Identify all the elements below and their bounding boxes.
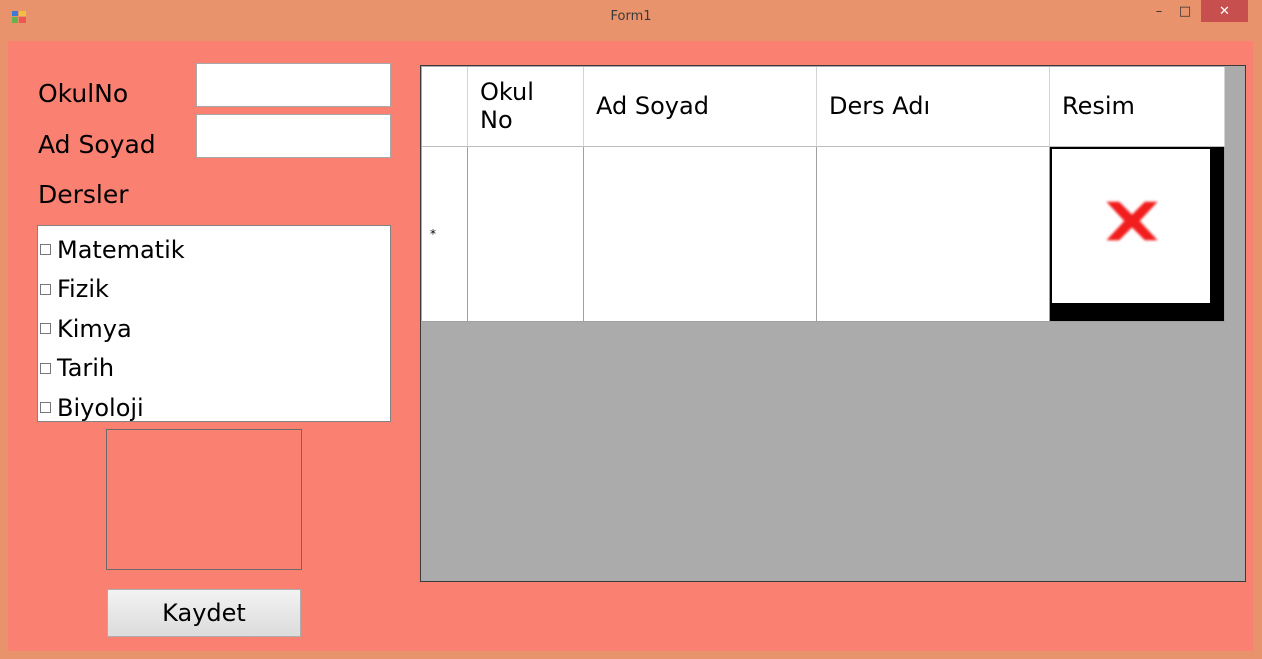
picture-box[interactable] [106,429,302,570]
close-button[interactable]: ✕ [1201,0,1248,22]
cell-adsoyad[interactable] [584,147,817,322]
column-header-dersadi[interactable]: Ders Adı [817,67,1050,147]
list-item[interactable]: Matematik [38,230,390,270]
checkbox[interactable] [40,323,51,335]
list-item[interactable]: Kimya [38,309,390,349]
dersler-checked-list[interactable]: Matematik Fizik Kimya Tarih Biyoloji [37,225,391,422]
checkbox[interactable] [40,362,51,374]
dersler-label: Dersler [38,180,129,209]
checkbox[interactable] [40,402,51,414]
cell-resim[interactable] [1050,147,1225,322]
minimize-button[interactable]: – [1146,0,1172,22]
title-bar[interactable]: Form1 – □ ✕ [0,0,1262,36]
window: Form1 – □ ✕ OkulNo Ad Soyad Dersler Mate… [0,0,1262,659]
cell-dersadi[interactable] [817,147,1050,322]
okulno-input[interactable] [196,63,391,107]
adsoyad-label: Ad Soyad [38,130,156,159]
adsoyad-input[interactable] [196,114,391,158]
form-client-area: OkulNo Ad Soyad Dersler Matematik Fizik … [8,41,1253,651]
row-header-corner[interactable] [422,67,468,147]
save-button[interactable]: Kaydet [107,589,301,637]
okulno-label: OkulNo [38,79,129,108]
maximize-button[interactable]: □ [1172,0,1198,22]
checkbox[interactable] [40,244,51,256]
list-item[interactable]: Fizik [38,270,390,310]
column-header-resim[interactable]: Resim [1050,67,1225,147]
column-header-adsoyad[interactable]: Ad Soyad [584,67,817,147]
window-title: Form1 [610,9,652,24]
row-header[interactable]: * [422,147,468,322]
broken-image-icon [1106,201,1158,241]
cell-okulno[interactable] [468,147,584,322]
checkbox[interactable] [40,283,51,295]
image-frame [1052,149,1210,303]
data-grid[interactable]: Okul No Ad Soyad Ders Adı Resim * [420,65,1246,582]
list-item[interactable]: Biyoloji [38,388,390,428]
list-item[interactable]: Tarih [38,349,390,389]
column-header-okulno[interactable]: Okul No [468,67,584,147]
